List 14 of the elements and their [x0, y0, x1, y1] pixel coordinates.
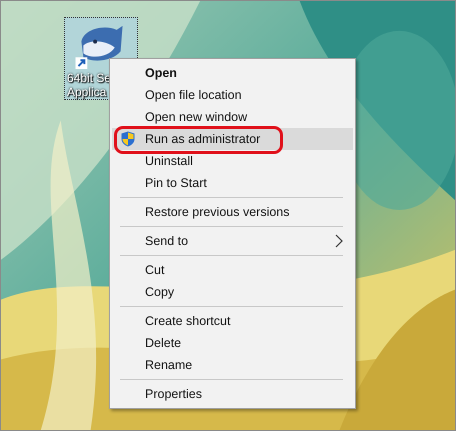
menu-item[interactable]: Properties: [112, 383, 353, 405]
menu-item[interactable]: Restore previous versions: [112, 201, 353, 223]
chevron-right-icon: [335, 234, 343, 248]
menu-item[interactable]: Open new window: [112, 106, 353, 128]
menu-item[interactable]: Create shortcut: [112, 310, 353, 332]
menu-item[interactable]: Pin to Start: [112, 172, 353, 194]
menu-item[interactable]: Send to: [112, 230, 353, 252]
shield-icon: [121, 131, 135, 147]
icon-label: Applica: [66, 85, 106, 99]
menu-item[interactable]: Uninstall: [112, 150, 353, 172]
menu-item[interactable]: Delete: [112, 332, 353, 354]
menu-item[interactable]: Rename: [112, 354, 353, 376]
menu-item[interactable]: Copy: [112, 281, 353, 303]
menu-item[interactable]: Cut: [112, 259, 353, 281]
